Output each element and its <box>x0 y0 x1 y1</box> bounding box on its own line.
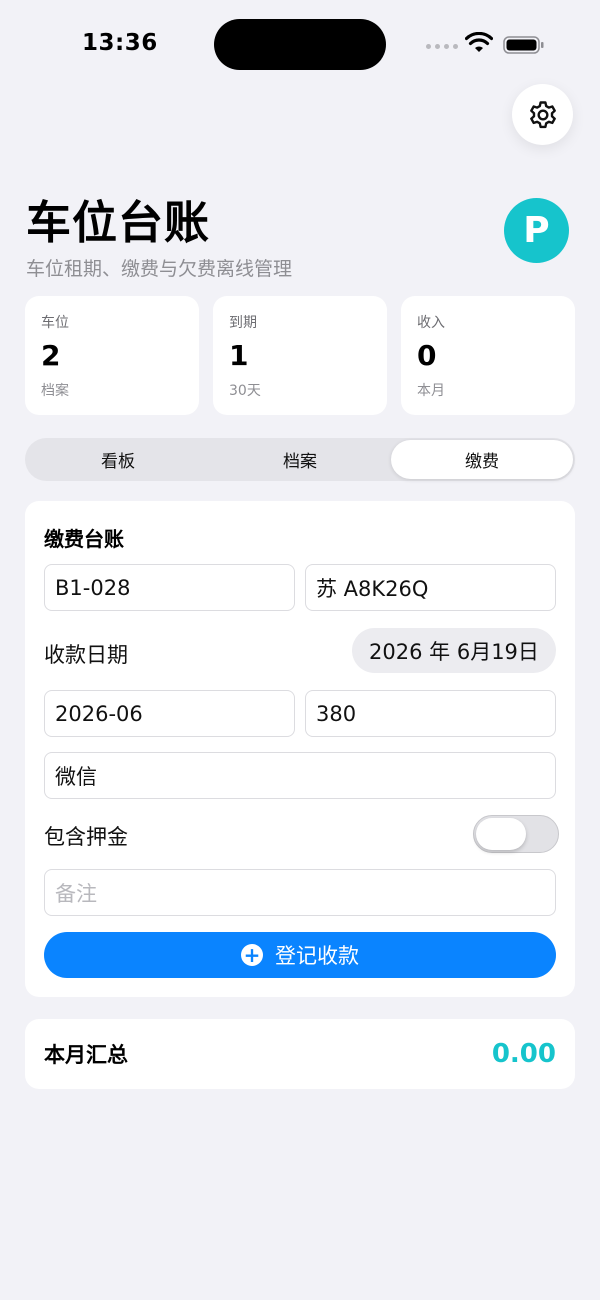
tab-dashboard[interactable]: 看板 <box>27 440 209 479</box>
deposit-toggle[interactable] <box>473 815 559 853</box>
wifi-icon <box>465 32 493 52</box>
date-label: 收款日期 <box>44 643 128 667</box>
page-subtitle: 车位租期、缴费与欠费离线管理 <box>26 258 293 280</box>
app-screen: 13:36 车位台账 车位租期、缴费与欠费离线管理 P 车位 2 档案 到期 1… <box>0 0 600 1300</box>
stat-label: 车位 <box>41 315 69 331</box>
stat-card-spaces[interactable]: 车位 2 档案 <box>25 296 199 415</box>
plus-circle-icon: + <box>241 944 263 966</box>
payment-method-input[interactable]: 微信 <box>44 752 556 799</box>
gear-icon <box>529 100 556 128</box>
stat-value: 1 <box>229 339 249 372</box>
signal-icon <box>426 44 458 49</box>
page-title: 车位台账 <box>26 196 211 249</box>
stat-sub: 本月 <box>417 383 445 399</box>
plate-number-input[interactable]: 苏 A8K26Q <box>305 564 556 611</box>
period-input[interactable]: 2026-06 <box>44 690 295 737</box>
date-picker[interactable]: 2026 年 6月19日 <box>352 628 556 673</box>
avatar[interactable]: P <box>504 198 569 263</box>
deposit-label: 包含押金 <box>44 825 128 849</box>
monthly-summary-card: 本月汇总 0.00 <box>25 1019 575 1089</box>
space-number-input[interactable]: B1-028 <box>44 564 295 611</box>
dynamic-island <box>214 19 386 70</box>
stat-label: 到期 <box>229 315 257 331</box>
note-input[interactable]: 备注 <box>44 869 556 916</box>
register-payment-button[interactable]: + 登记收款 <box>44 932 556 978</box>
register-payment-label: 登记收款 <box>275 944 359 968</box>
settings-button[interactable] <box>512 84 573 145</box>
stat-sub: 档案 <box>41 383 69 399</box>
tab-records[interactable]: 档案 <box>209 440 391 479</box>
summary-value: 0.00 <box>491 1039 556 1069</box>
payment-form-card: 缴费台账 B1-028 苏 A8K26Q 收款日期 2026 年 6月19日 2… <box>25 501 575 997</box>
segmented-control: 看板 档案 缴费 <box>25 438 575 481</box>
tab-payments[interactable]: 缴费 <box>391 440 573 479</box>
status-time: 13:36 <box>82 30 158 56</box>
summary-label: 本月汇总 <box>44 1043 128 1067</box>
toggle-knob <box>476 818 526 850</box>
amount-input[interactable]: 380 <box>305 690 556 737</box>
section-title: 缴费台账 <box>44 527 124 551</box>
stat-sub: 30天 <box>229 383 261 399</box>
stat-card-expiring[interactable]: 到期 1 30天 <box>213 296 387 415</box>
stat-card-income[interactable]: 收入 0 本月 <box>401 296 575 415</box>
stat-value: 0 <box>417 339 437 372</box>
stat-value: 2 <box>41 339 61 372</box>
battery-icon <box>503 36 544 54</box>
stat-label: 收入 <box>417 315 445 331</box>
